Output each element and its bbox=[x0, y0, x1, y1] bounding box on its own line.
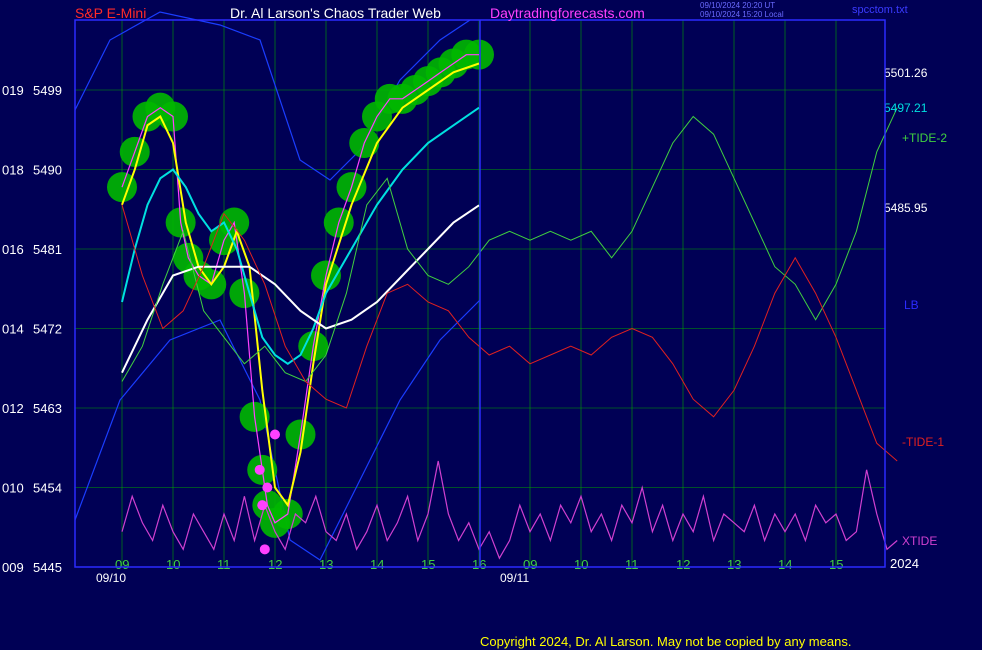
chart-symbol: S&P E-Mini bbox=[75, 5, 147, 21]
right-label: +TIDE-2 bbox=[902, 131, 947, 145]
right-label: 5497.21 bbox=[884, 101, 928, 115]
right-label: 5485.95 bbox=[884, 201, 928, 215]
timestamp-ut: 09/10/2024 20:20 UT bbox=[700, 1, 776, 10]
x-tick-label: 11 bbox=[217, 557, 231, 572]
price-dot bbox=[262, 482, 273, 493]
x-tick-label: 10 bbox=[574, 557, 588, 572]
y-tick-label: 5445 bbox=[33, 560, 62, 575]
right-label: -TIDE-1 bbox=[902, 435, 944, 449]
x-tick-label: 14 bbox=[370, 557, 384, 572]
chart-title: Dr. Al Larson's Chaos Trader Web bbox=[230, 5, 441, 21]
copyright-notice: Copyright 2024, Dr. Al Larson. May not b… bbox=[480, 634, 852, 649]
x-tick-label: 15 bbox=[829, 557, 843, 572]
year-label: 2024 bbox=[890, 556, 919, 571]
y-tick-label: 5499 bbox=[33, 83, 62, 98]
price-dot bbox=[257, 500, 268, 511]
right-label: 5501.26 bbox=[884, 66, 928, 80]
y-tick-label: 5454 bbox=[33, 481, 62, 496]
x-date-label: 09/10 bbox=[96, 571, 126, 585]
y-tick-label: 5472 bbox=[33, 322, 62, 337]
site-link[interactable]: Daytradingforecasts.com bbox=[490, 5, 645, 21]
price-dot bbox=[254, 464, 265, 475]
x-tick-label: 13 bbox=[727, 557, 741, 572]
x-tick-label: 11 bbox=[625, 557, 639, 572]
price-dot bbox=[259, 544, 270, 555]
x-tick-label: 09 bbox=[115, 557, 129, 572]
timestamp-local: 09/10/2024 15:20 Local bbox=[700, 10, 784, 19]
y-tick-label: 5481 bbox=[33, 242, 62, 257]
y-tick-left: 009 bbox=[2, 560, 24, 575]
right-label: LB bbox=[904, 298, 919, 312]
x-tick-label: 12 bbox=[676, 557, 690, 572]
right-label: XTIDE bbox=[902, 534, 937, 548]
y-tick-left: 010 bbox=[2, 481, 24, 496]
x-tick-label: 09 bbox=[523, 557, 537, 572]
chart: 019 5499 018 5490 016 5481 014 5472 012 5463 010 54… bbox=[2, 11, 947, 585]
x-tick-label: 16 bbox=[472, 557, 486, 572]
y-tick-left: 018 bbox=[2, 163, 24, 178]
y-tick-label: 5490 bbox=[33, 163, 62, 178]
x-tick-label: 14 bbox=[778, 557, 792, 572]
x-tick-label: 10 bbox=[166, 557, 180, 572]
x-date-label: 09/11 bbox=[500, 571, 529, 585]
x-tick-label: 13 bbox=[319, 557, 333, 572]
y-tick-left: 014 bbox=[2, 322, 24, 337]
y-tick-left: 019 bbox=[2, 83, 24, 98]
y-tick-left: 012 bbox=[2, 401, 24, 416]
x-tick-label: 15 bbox=[421, 557, 435, 572]
price-dot bbox=[270, 429, 280, 440]
series-line-xtide bbox=[121, 460, 898, 560]
y-tick-left: 016 bbox=[2, 242, 24, 257]
x-tick-label: 12 bbox=[268, 557, 282, 572]
filename: spcctom.txt bbox=[852, 4, 908, 16]
y-tick-label: 5463 bbox=[33, 401, 62, 416]
